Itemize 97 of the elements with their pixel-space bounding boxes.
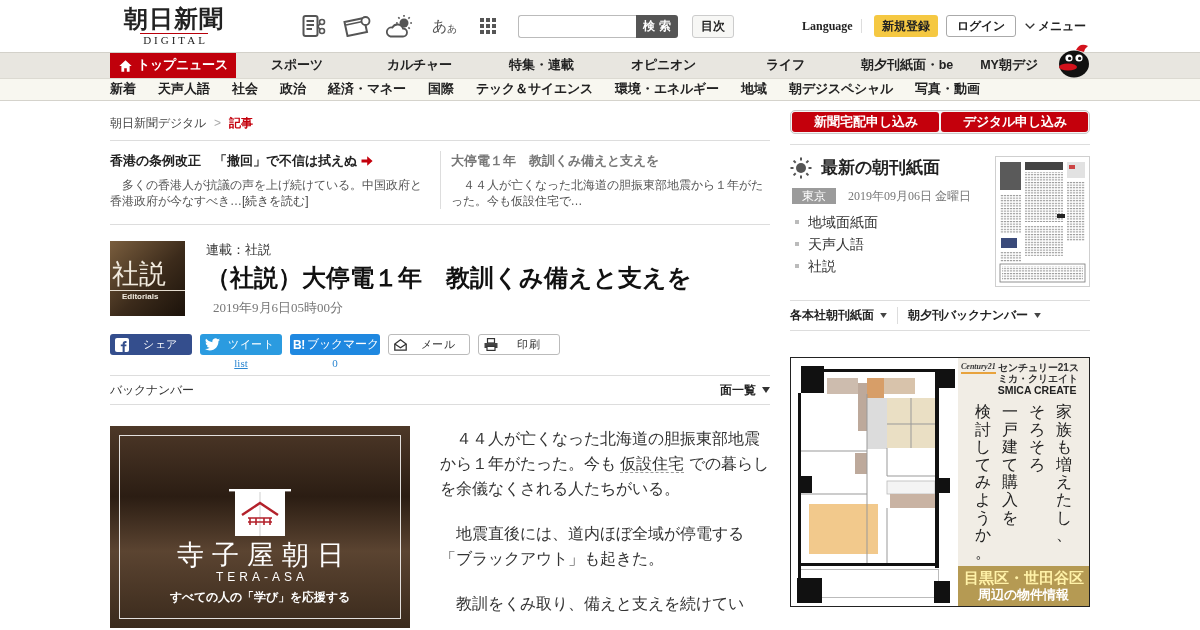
paper-menu-dropdown[interactable]: 各本社朝刊紙面: [790, 307, 897, 324]
nav-link[interactable]: 政治: [280, 81, 306, 98]
nav-tab[interactable]: ライフ: [724, 53, 846, 78]
language-link[interactable]: Language: [802, 18, 853, 34]
ad-caption: 周辺の物件情報: [978, 587, 1069, 603]
envelope-icon: [394, 338, 407, 351]
article-paragraph: ４４人が亡くなった北海道の胆振東部地震から１年がたった。今も 仮設住宅 での暮らしを余儀なくされる人たちがいる。: [440, 429, 770, 499]
bird-icon: [205, 338, 220, 351]
login-button[interactable]: ログイン: [945, 15, 1016, 37]
paper-section-link[interactable]: 天声人語: [808, 233, 864, 255]
temple-logo-icon: [229, 488, 291, 536]
nav-tab[interactable]: 特集・連載: [480, 53, 602, 78]
ad-company-kana: センチュリー21スミカ・クリエイト: [997, 362, 1080, 384]
nav-tab[interactable]: オピニオン: [602, 53, 724, 78]
article-summary: ４４人が亡くなった北海道の胆振東部地震から１年がたった。今も仮設住宅で…: [450, 177, 764, 209]
glossary-link[interactable]: 仮設住宅: [620, 455, 685, 473]
breadcrumb-separator: >: [214, 115, 221, 131]
document-icon[interactable]: [302, 14, 326, 38]
nav-link[interactable]: 社会: [232, 81, 258, 98]
article-paragraph: 地震直後には、道内ほぼ全域が停電する「ブラックアウト」も起きた。: [440, 524, 745, 569]
thumbnail-title: 社説: [110, 258, 185, 291]
nav-tab[interactable]: スポーツ: [236, 53, 358, 78]
arrow-icon: [361, 155, 373, 167]
caret-icon: [762, 387, 770, 393]
printer-icon: [484, 338, 498, 351]
menu-button[interactable]: メニュー: [1024, 17, 1086, 35]
nav-link[interactable]: 地域: [741, 81, 767, 98]
nav-link[interactable]: 経済・マネー: [328, 81, 406, 98]
banner-ad[interactable]: 寺子屋朝日 TERA-ASA すべての人の「学び」を応援する: [110, 426, 410, 628]
register-button[interactable]: 新規登録: [873, 15, 938, 37]
contents-button[interactable]: 目次: [692, 14, 734, 38]
banner-subtitle: TERA-ASA: [215, 570, 308, 584]
related-article-title[interactable]: 大停電１年 教訓くみ備えと支えを: [450, 151, 659, 171]
caret-icon: [1034, 313, 1041, 318]
edition-label: 東京: [792, 188, 836, 204]
nav-link[interactable]: 環境・エネルギー: [615, 81, 719, 98]
tweet-list-link[interactable]: list: [234, 356, 248, 370]
caret-icon: [880, 313, 887, 318]
nav-link[interactable]: 写真・動画: [915, 81, 980, 98]
page-list-dropdown[interactable]: 面一覧: [720, 381, 770, 399]
logo-title[interactable]: 朝日新聞: [124, 6, 224, 32]
ad-company-name: SMICA CREATE: [997, 384, 1078, 397]
nav-tab[interactable]: MY朝デジ: [968, 53, 1050, 78]
f-square-icon: [115, 337, 129, 352]
search-button[interactable]: 検 索: [636, 14, 678, 38]
nav-link[interactable]: 朝デジスペシャル: [789, 81, 893, 98]
back-number-label: バックナンバー: [110, 381, 194, 399]
grid-icon[interactable]: [480, 18, 496, 34]
card-icon[interactable]: [343, 15, 371, 37]
subscribe-button[interactable]: デジタル申し込み: [941, 112, 1088, 132]
newspaper-page-drawing[interactable]: [995, 156, 1090, 287]
bookmark-button[interactable]: B! ブックマーク: [290, 334, 380, 355]
bookmark-count: 0: [332, 356, 338, 370]
nav-tab[interactable]: 朝夕刊紙面・be: [846, 53, 968, 78]
paper-date: 2019年09月06日 金曜日: [848, 187, 971, 205]
sun-cloud-icon[interactable]: [386, 14, 414, 38]
article-summary: 多くの香港人が抗議の声を上げ続けている。中国政府と香港政府が今なすべき…[続きを読む]: [110, 177, 423, 209]
ad-copy-text: 検討してみようか。: [975, 403, 991, 562]
nav-tab[interactable]: カルチャー: [358, 53, 480, 78]
logo-subtitle[interactable]: DIGITAL: [140, 33, 208, 46]
share-button[interactable]: シェア: [110, 334, 192, 355]
related-article-title[interactable]: 香港の条例改正 「撤回」で不信は拭えぬ: [110, 151, 357, 171]
paper-section-link[interactable]: 社説: [808, 255, 836, 277]
sun-icon: [790, 157, 812, 179]
ad-company-logo: Century21: [961, 362, 996, 374]
nav-tab[interactable]: トップニュース: [110, 53, 236, 78]
bullet-icon: [795, 264, 799, 268]
chevron-down-icon: [1024, 23, 1035, 29]
breadcrumb-link[interactable]: 記事: [229, 115, 253, 131]
nav-link[interactable]: 国際: [428, 81, 454, 98]
series-link[interactable]: 連載：社説: [206, 241, 271, 259]
paper-section-link[interactable]: 地域面紙面: [808, 211, 878, 233]
banner-tagline: すべての人の「学び」を応援する: [170, 590, 350, 605]
home-icon: [118, 59, 132, 72]
ad-copy-text: そろそろ: [1029, 403, 1045, 474]
bullet-icon: [795, 220, 799, 224]
nav-link[interactable]: テック＆サイエンス: [476, 81, 593, 98]
article-paragraph: 教訓をくみ取り、備えと支えを続けてい: [455, 594, 745, 614]
read-more-link[interactable]: [続きを読む]: [242, 194, 309, 208]
article-title: （社説）大停電１年 教訓くみ備えと支えを: [206, 263, 692, 293]
paper-menu-dropdown[interactable]: 朝夕刊バックナンバー: [897, 307, 1051, 324]
nav-link[interactable]: 天声人語: [158, 81, 210, 98]
subscribe-button[interactable]: 新聞宅配申し込み: [792, 112, 939, 132]
print-button[interactable]: 印刷: [478, 334, 560, 355]
latest-paper-heading: 最新の朝刊紙面: [821, 157, 940, 179]
ad-copy-text: 家族も増えたし、: [1056, 403, 1072, 544]
article-date: 2019年9月6日05時00分: [212, 300, 343, 316]
ad-copy-text: 一戸建て購入を: [1002, 403, 1018, 527]
nav-link[interactable]: 新着: [110, 81, 136, 98]
ad-area-text: 目黒区・世田谷区: [963, 569, 1084, 587]
breadcrumb-link[interactable]: 朝日新聞デジタル: [110, 115, 206, 131]
thumbnail-subtitle: Editorials: [121, 291, 160, 303]
search-field[interactable]: [518, 14, 636, 38]
mail-button[interactable]: メール: [388, 334, 470, 355]
font-size-button[interactable]: ああ: [432, 17, 458, 35]
banner-title: 寺子屋朝日: [175, 540, 352, 570]
bullet-icon: [795, 242, 799, 246]
